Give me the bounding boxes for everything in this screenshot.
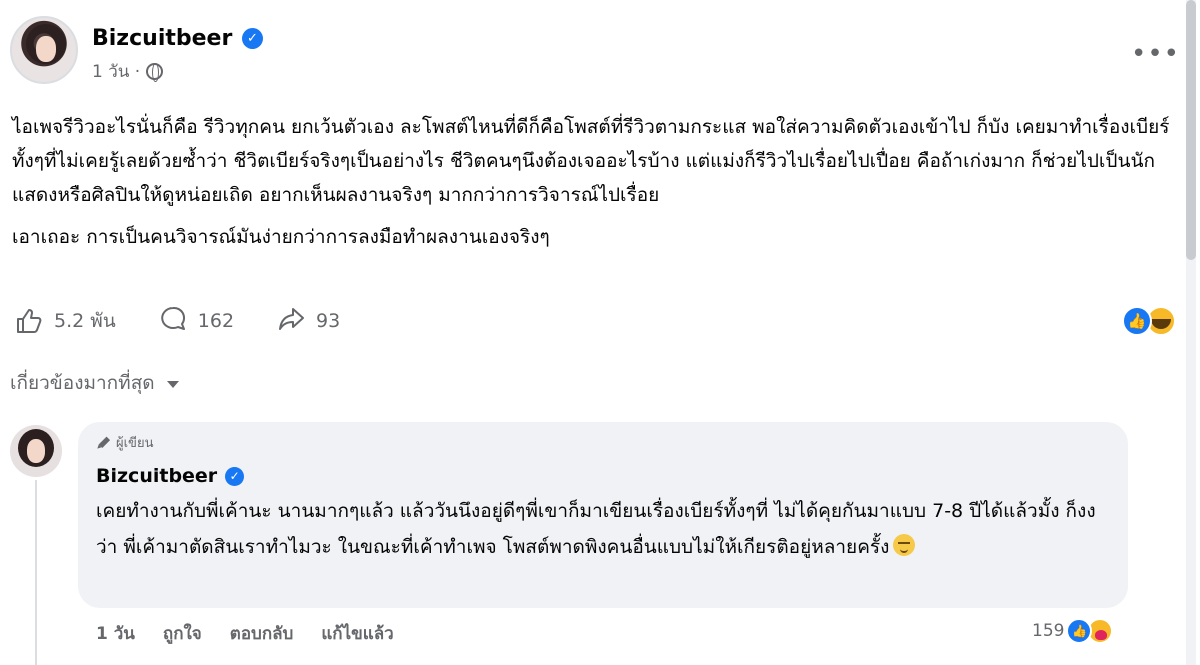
- comment-time[interactable]: 1 วัน: [96, 620, 135, 647]
- verified-icon: ✓: [242, 28, 263, 49]
- verified-icon: ✓: [225, 466, 245, 486]
- post-author-name[interactable]: Bizcuitbeer: [92, 26, 232, 51]
- scrollbar[interactable]: [1186, 0, 1196, 665]
- like-reaction-icon: 👍: [1122, 306, 1152, 336]
- thread-line: [35, 480, 37, 665]
- comment-author: Bizcuitbeer ✓: [96, 465, 1110, 487]
- comment-icon: [158, 304, 188, 339]
- comment-text-body: เคยทำงานกับพี่เค้านะ นานมากๆแล้ว แล้ววัน…: [96, 500, 1096, 558]
- scrollbar-thumb[interactable]: [1186, 0, 1196, 260]
- comment-actions: 1 วัน ถูกใจ ตอบกลับ แก้ไขแล้ว: [96, 620, 394, 647]
- comment-author-name[interactable]: Bizcuitbeer: [96, 465, 217, 487]
- author-tag: ผู้เขียน: [96, 432, 1110, 453]
- post-header: Bizcuitbeer ✓ 1 วัน · •••: [10, 14, 1180, 94]
- globe-icon: [146, 63, 164, 82]
- post-meta: 1 วัน ·: [92, 58, 164, 85]
- more-icon[interactable]: •••: [1131, 41, 1180, 67]
- share-icon: [276, 304, 306, 339]
- post-time[interactable]: 1 วัน ·: [92, 58, 140, 85]
- post-text-paragraph: เอาเถอะ การเป็นคนวิจารณ์มันง่ายกว่าการลง…: [12, 226, 550, 248]
- post-actions: 5.2 พัน 162 93: [14, 304, 382, 338]
- like-reaction-icon: 👍: [1066, 618, 1093, 644]
- like-button[interactable]: 5.2 พัน: [14, 306, 116, 336]
- comment-like-button[interactable]: ถูกใจ: [163, 620, 202, 647]
- pencil-icon: [93, 433, 113, 453]
- share-count: 93: [316, 310, 341, 332]
- comment-count: 162: [197, 310, 235, 332]
- author-tag-label: ผู้เขียน: [116, 436, 154, 451]
- comment-avatar[interactable]: [10, 425, 62, 477]
- like-icon: [14, 306, 44, 336]
- share-button[interactable]: 93: [276, 304, 340, 339]
- comment-edited-label[interactable]: แก้ไขแล้ว: [321, 620, 393, 647]
- sort-label: เกี่ยวข้องมากที่สุด: [10, 372, 155, 394]
- post-text-paragraph: ไอเพจรีวิวอะไรนั่นก็คือ รีวิวทุกคน ยกเว้…: [12, 116, 1170, 206]
- relieved-emoji-icon: [893, 534, 916, 556]
- comment-button[interactable]: 162: [158, 304, 234, 339]
- avatar[interactable]: [10, 16, 78, 84]
- comment-reactions[interactable]: 159 👍: [1032, 618, 1114, 644]
- caret-down-icon: [166, 381, 179, 388]
- comment-bubble: ผู้เขียน Bizcuitbeer ✓ เคยทำงานกับพี่เค้…: [78, 422, 1128, 608]
- comment-sort-dropdown[interactable]: เกี่ยวข้องมากที่สุด: [10, 368, 179, 398]
- comment-reaction-count: 159: [1032, 621, 1065, 641]
- comment-text: เคยทำงานกับพี่เค้านะ นานมากๆแล้ว แล้ววัน…: [96, 493, 1110, 565]
- post-body: ไอเพจรีวิวอะไรนั่นก็คือ รีวิวทุกคน ยกเว้…: [12, 110, 1182, 262]
- like-count: 5.2 พัน: [54, 310, 116, 332]
- comment-reply-button[interactable]: ตอบกลับ: [230, 620, 294, 647]
- post-reactions[interactable]: 👍: [1122, 306, 1176, 336]
